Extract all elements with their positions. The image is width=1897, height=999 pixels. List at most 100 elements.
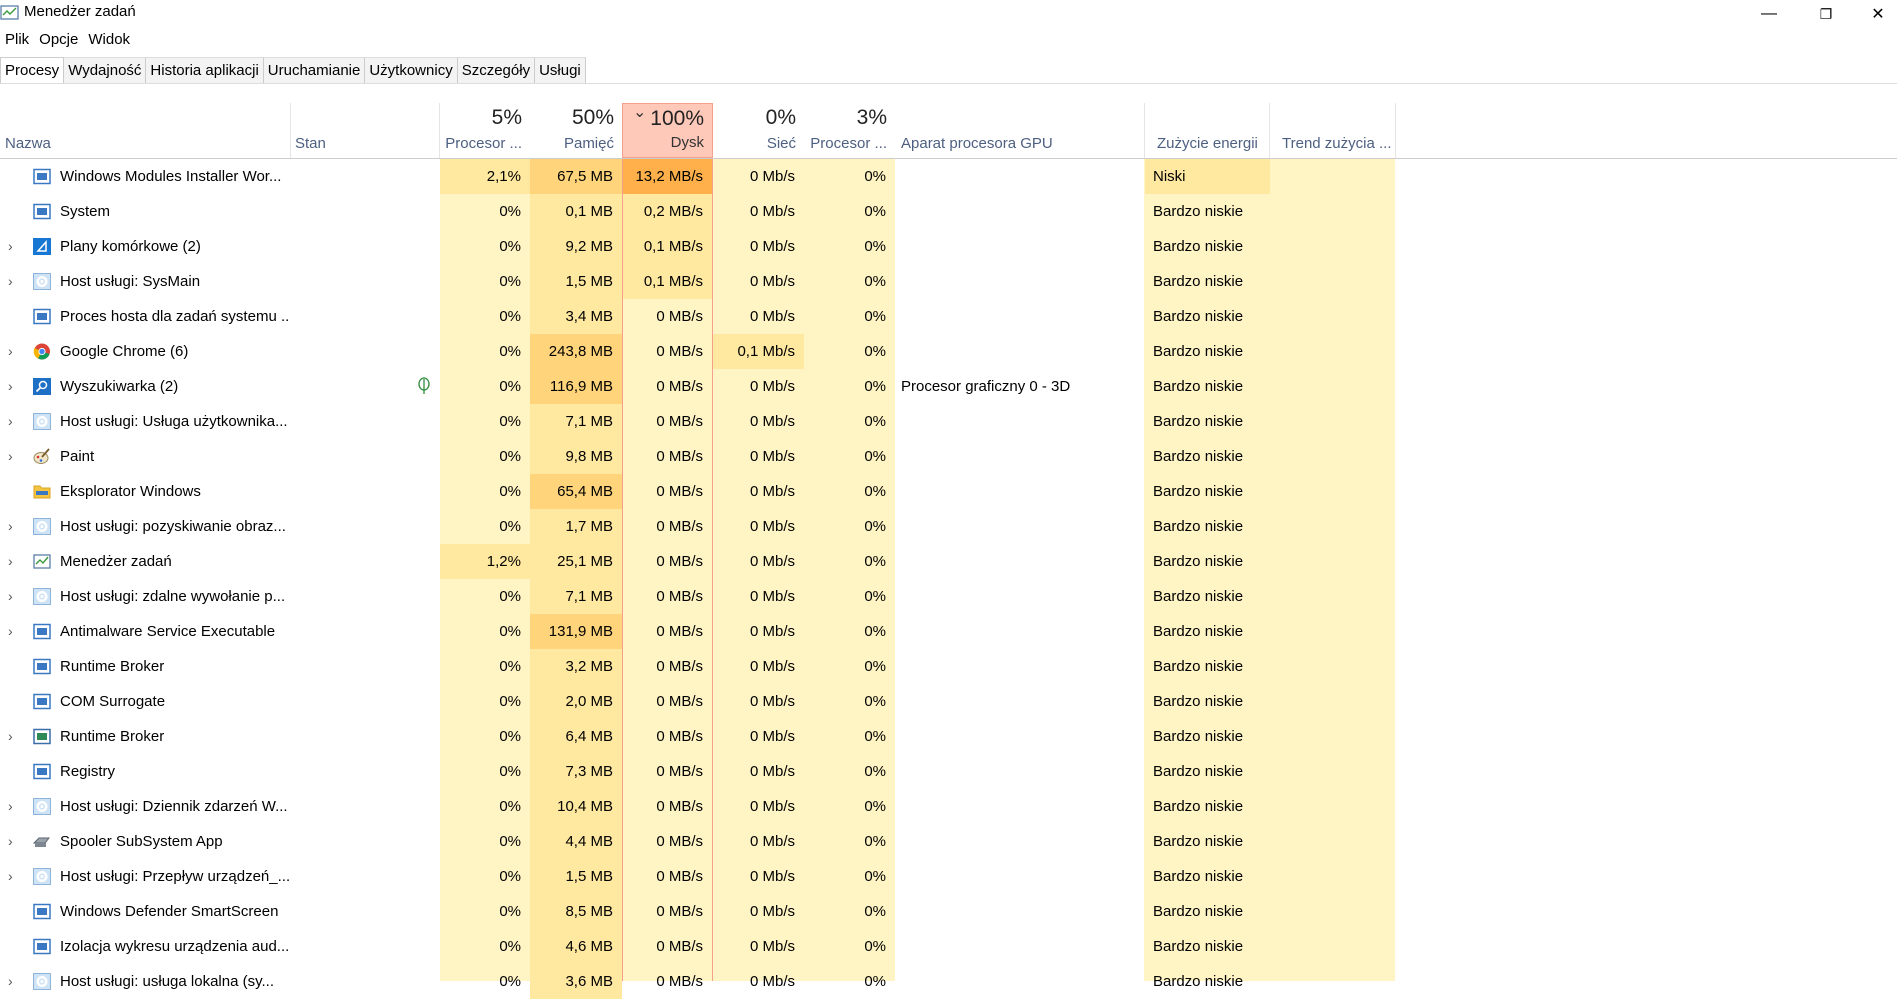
- expand-chevron-icon[interactable]: ›: [8, 859, 13, 894]
- tab-app-history[interactable]: Historia aplikacji: [146, 57, 264, 83]
- table-row[interactable]: Windows Modules Installer Wor... 2,1% 67,5…: [0, 159, 1897, 194]
- network-value: 0 Mb/s: [749, 868, 795, 885]
- table-row[interactable]: System 0% 0,1 MB 0,2 MB/s 0 Mb/s 0% Bardzo nis…: [0, 194, 1897, 229]
- menu-view[interactable]: Widok: [83, 28, 135, 52]
- expand-chevron-icon[interactable]: ›: [8, 369, 13, 404]
- header-power-trend[interactable]: Trend zużycia ...: [1270, 103, 1395, 158]
- power-usage-value: Bardzo niskie: [1153, 973, 1244, 990]
- expand-chevron-icon[interactable]: ›: [8, 614, 13, 649]
- table-row[interactable]: › Menedżer zadań 1,2% 25,1 MB 0 MB/s 0 Mb/s 0%…: [0, 544, 1897, 579]
- menu-options[interactable]: Opcje: [34, 28, 83, 52]
- header-cpu[interactable]: 5% Procesor ...: [440, 103, 530, 158]
- gpu-engine-value: [901, 929, 1141, 964]
- close-button[interactable]: ✕: [1859, 0, 1897, 28]
- header-status[interactable]: Stan: [290, 103, 440, 158]
- table-row[interactable]: › Host usługi: Dziennik zdarzeń W... 0% 10,…: [0, 789, 1897, 824]
- gpu-engine-value: [901, 719, 1141, 754]
- power-trend-value: [1270, 194, 1395, 229]
- gpu-value: 0%: [864, 168, 886, 185]
- header-memory-label: Pamięć: [563, 135, 614, 152]
- header-disk[interactable]: ⌄ 100% Dysk: [622, 103, 713, 158]
- paint-icon: [33, 448, 51, 465]
- tab-processes[interactable]: Procesy: [0, 57, 65, 83]
- gpu-value: 0%: [864, 553, 886, 570]
- table-row[interactable]: › Antimalware Service Executable 0% 131,9 M…: [0, 614, 1897, 649]
- network-value: 0 Mb/s: [749, 973, 795, 990]
- memory-value: 10,4 MB: [530, 789, 622, 824]
- power-trend-value: [1270, 964, 1395, 999]
- gpu-engine-value: [901, 649, 1141, 684]
- table-row[interactable]: › Host usługi: pozyskiwanie obraz... 0% 1,7…: [0, 509, 1897, 544]
- power-trend-value: [1270, 439, 1395, 474]
- expand-chevron-icon[interactable]: ›: [8, 264, 13, 299]
- column-separator[interactable]: [1395, 103, 1396, 158]
- header-power[interactable]: Zużycie energii: [1145, 103, 1270, 158]
- process-name: Proces hosta dla zadań systemu ...: [60, 308, 290, 325]
- process-name: Antimalware Service Executable: [60, 623, 276, 640]
- gpu-value: 0%: [864, 273, 886, 290]
- expand-chevron-icon[interactable]: ›: [8, 544, 13, 579]
- tab-users[interactable]: Użytkownicy: [365, 57, 458, 83]
- gpu-engine-value: [901, 334, 1141, 369]
- table-row[interactable]: › Host usługi: Przepływ urządzeń_... 0% 1,5…: [0, 859, 1897, 894]
- expand-chevron-icon[interactable]: ›: [8, 509, 13, 544]
- expand-chevron-icon[interactable]: ›: [8, 439, 13, 474]
- expand-chevron-icon[interactable]: ›: [8, 719, 13, 754]
- table-row[interactable]: Eksplorator Windows 0% 65,4 MB 0 MB/s 0 Mb/s…: [0, 474, 1897, 509]
- table-row[interactable]: › Host usługi: Usługa użytkownika... 0% 7,1…: [0, 404, 1897, 439]
- tab-performance[interactable]: Wydajność: [64, 57, 147, 83]
- header-name[interactable]: Nazwa: [0, 103, 290, 158]
- cpu-value: 0%: [499, 833, 521, 850]
- header-gpu-engine[interactable]: Aparat procesora GPU: [895, 103, 1144, 158]
- gpu-value: 0%: [864, 973, 886, 990]
- expand-chevron-icon[interactable]: ›: [8, 789, 13, 824]
- tab-services[interactable]: Usługi: [535, 57, 586, 83]
- table-row[interactable]: Windows Defender SmartScreen 0% 8,5 MB 0 MB…: [0, 894, 1897, 929]
- memory-value: 7,3 MB: [530, 754, 622, 789]
- table-row[interactable]: Proces hosta dla zadań systemu ... 0% 3,4 …: [0, 299, 1897, 334]
- table-row[interactable]: › Host usługi: usługa lokalna (sy... 0% 3,6…: [0, 964, 1897, 999]
- expand-chevron-icon[interactable]: ›: [8, 579, 13, 614]
- header-cpu-label: Procesor ...: [445, 135, 522, 152]
- gear-icon: [33, 518, 51, 535]
- expand-chevron-icon[interactable]: ›: [8, 404, 13, 439]
- table-row[interactable]: Runtime Broker 0% 3,2 MB 0 MB/s 0 Mb/s 0% Bard…: [0, 649, 1897, 684]
- network-value: 0 Mb/s: [749, 833, 795, 850]
- tab-details[interactable]: Szczegóły: [457, 57, 536, 83]
- expand-chevron-icon[interactable]: ›: [8, 334, 13, 369]
- table-row[interactable]: › Google Chrome (6) 0% 243,8 MB 0 MB/s 0,1 Mb…: [0, 334, 1897, 369]
- table-row[interactable]: › Host usługi: SysMain 0% 1,5 MB 0,1 MB/s 0 M…: [0, 264, 1897, 299]
- restore-button[interactable]: ❐: [1803, 0, 1849, 28]
- gear-icon: [33, 413, 51, 430]
- network-value: 0 Mb/s: [749, 553, 795, 570]
- process-name: Runtime Broker: [60, 728, 165, 745]
- table-row[interactable]: COM Surrogate 0% 2,0 MB 0 MB/s 0 Mb/s 0% Bardz…: [0, 684, 1897, 719]
- power-trend-value: [1270, 824, 1395, 859]
- power-trend-value: [1270, 859, 1395, 894]
- table-row[interactable]: › Spooler SubSystem App 0% 4,4 MB 0 MB/s 0 Mb…: [0, 824, 1897, 859]
- expand-chevron-icon[interactable]: ›: [8, 824, 13, 859]
- table-row[interactable]: › Runtime Broker 0% 6,4 MB 0 MB/s 0 Mb/s 0% Bar…: [0, 719, 1897, 754]
- gpu-engine-value: [901, 509, 1141, 544]
- menu-bar: Plik Opcje Widok: [0, 28, 135, 52]
- power-usage-value: Bardzo niskie: [1153, 833, 1244, 850]
- table-row[interactable]: Registry 0% 7,3 MB 0 MB/s 0 Mb/s 0% Bardzo nis…: [0, 754, 1897, 789]
- table-row[interactable]: › Plany komórkowe (2) 0% 9,2 MB 0,1 MB/s 0 Mb…: [0, 229, 1897, 264]
- header-network[interactable]: 0% Sieć: [713, 103, 804, 158]
- network-value: 0 Mb/s: [749, 168, 795, 185]
- header-gpu[interactable]: 3% Procesor ...: [804, 103, 895, 158]
- expand-chevron-icon[interactable]: ›: [8, 964, 13, 999]
- tab-startup[interactable]: Uruchamianie: [263, 57, 366, 83]
- table-row[interactable]: › Host usługi: zdalne wywołanie p... 0% 7,1…: [0, 579, 1897, 614]
- menu-file[interactable]: Plik: [0, 28, 34, 52]
- header-memory[interactable]: 50% Pamięć: [530, 103, 622, 158]
- disk-value: 0 MB/s: [656, 378, 703, 395]
- expand-chevron-icon[interactable]: ›: [8, 229, 13, 264]
- table-row[interactable]: Izolacja wykresu urządzenia aud... 0% 4,6 …: [0, 929, 1897, 964]
- network-value: 0 Mb/s: [749, 623, 795, 640]
- table-row[interactable]: › Wyszukiwarka (2) 0% 116,9 MB 0 MB/s 0 Mb/s 0…: [0, 369, 1897, 404]
- memory-value: 3,2 MB: [530, 649, 622, 684]
- power-usage-value: Bardzo niskie: [1153, 903, 1244, 920]
- minimize-button[interactable]: —: [1746, 0, 1792, 28]
- table-row[interactable]: › Paint 0% 9,8 MB 0 MB/s 0 Mb/s 0% Bardzo niski…: [0, 439, 1897, 474]
